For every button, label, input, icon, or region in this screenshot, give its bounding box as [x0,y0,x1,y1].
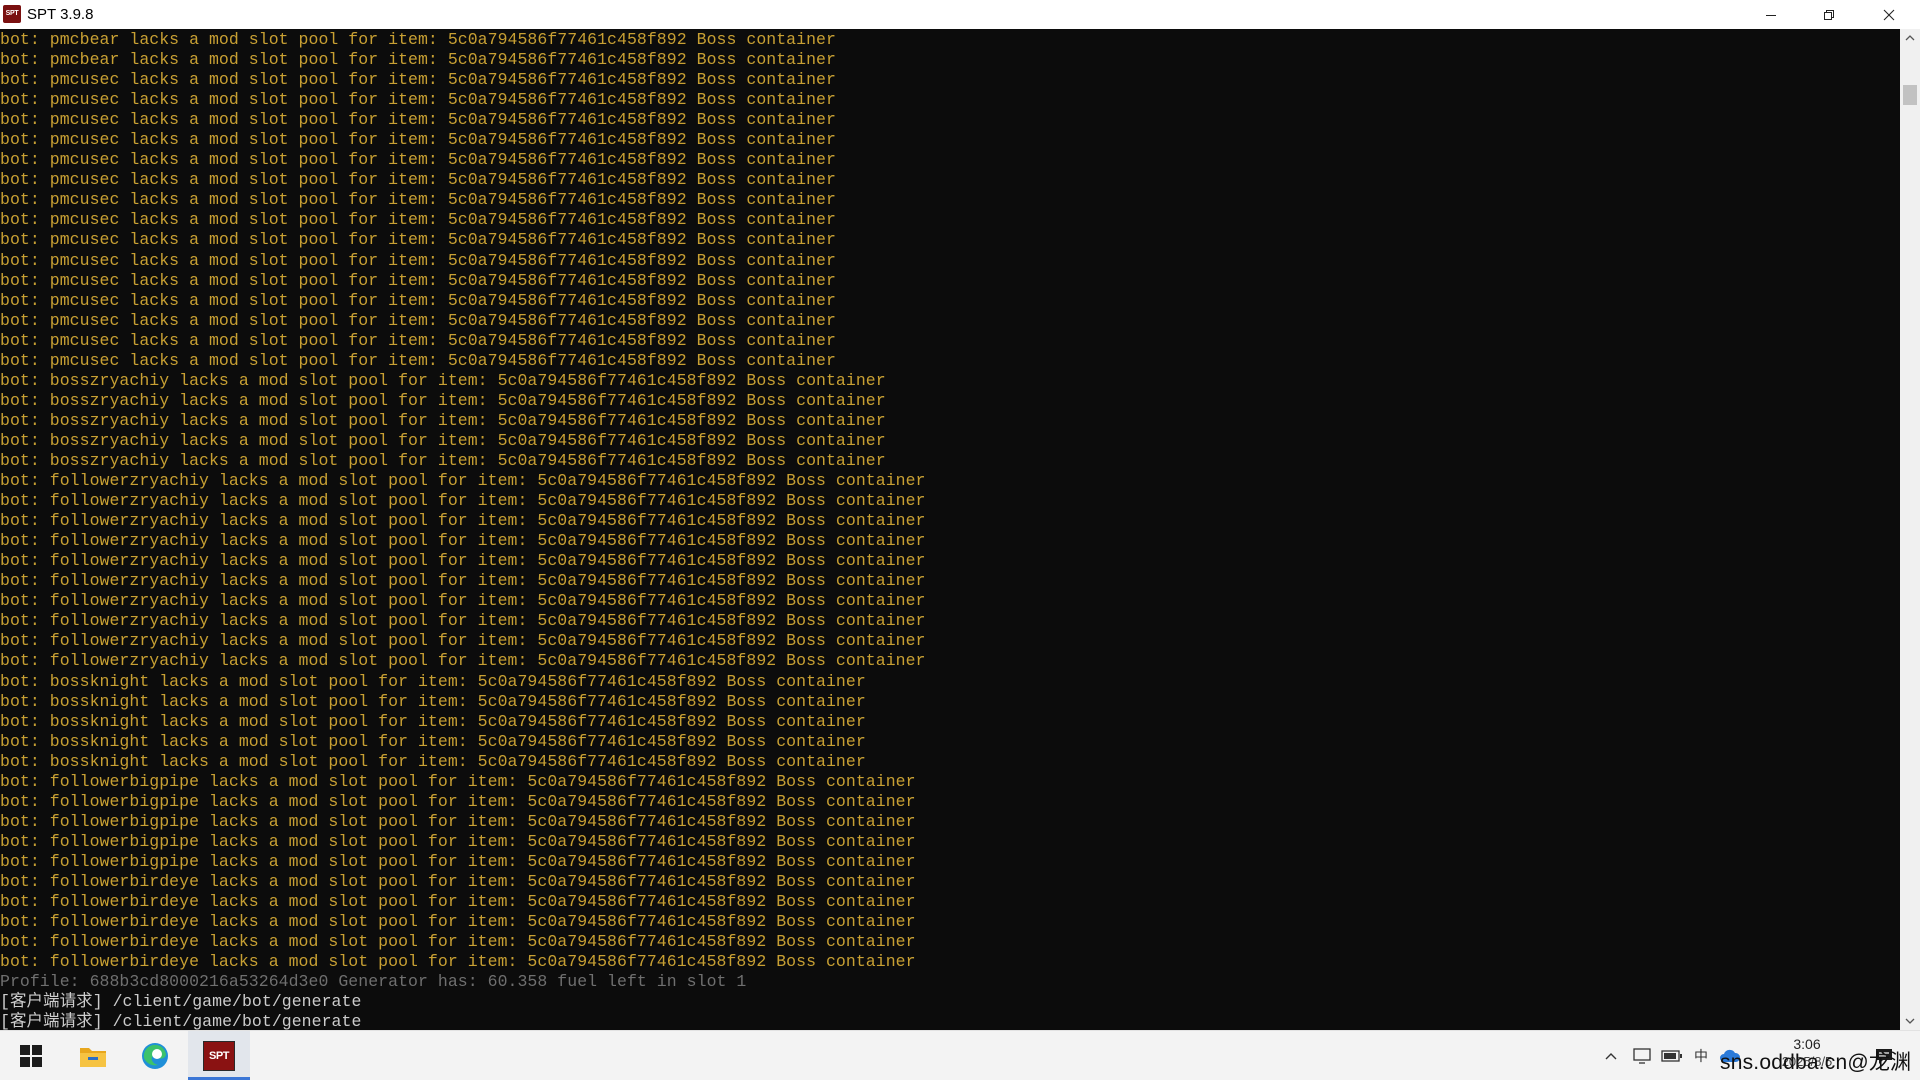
scroll-down-button[interactable] [1900,1012,1920,1030]
app-icon-label: SPT [5,10,19,17]
log-line: bot: bosszryachiy lacks a mod slot pool … [0,410,886,430]
log-line: bot: followerbirdeye lacks a mod slot po… [0,952,916,972]
spt-app-icon: SPT [203,1040,235,1071]
log-line: bot: pmcusec lacks a mod slot pool for i… [0,190,836,210]
log-line: bot: pmcusec lacks a mod slot pool for i… [0,350,836,370]
log-line: bot: followerzryachiy lacks a mod slot p… [0,511,926,531]
spt-tile-label: SPT [209,1049,229,1062]
taskbar-spt-app[interactable]: SPT [188,1031,250,1080]
log-line: bot: bosszryachiy lacks a mod slot pool … [0,430,886,450]
restore-icon [1824,9,1834,20]
minimize-icon [1766,14,1776,16]
log-line: bot: bosszryachiy lacks a mod slot pool … [0,390,886,410]
log-line: [客户端请求] /client/game/bot/generate [0,992,362,1012]
log-line: bot: followerzryachiy lacks a mod slot p… [0,651,926,671]
taskbar-edge-browser[interactable] [124,1031,186,1080]
close-button[interactable] [1858,0,1920,29]
scrollbar-thumb[interactable] [1903,85,1917,105]
log-line: bot: bossknight lacks a mod slot pool fo… [0,731,866,751]
log-line: bot: followerbigpipe lacks a mod slot po… [0,851,916,871]
log-line: bot: pmcusec lacks a mod slot pool for i… [0,290,836,310]
taskbar-file-explorer[interactable] [62,1031,124,1080]
log-line: bot: pmcusec lacks a mod slot pool for i… [0,130,836,150]
log-line: bot: followerzryachiy lacks a mod slot p… [0,631,926,651]
windows-logo-icon [20,1044,42,1067]
network-monitor-icon [1633,1047,1651,1064]
ime-label: 中 [1694,1047,1708,1064]
start-button[interactable] [0,1031,62,1080]
log-line: bot: bosszryachiy lacks a mod slot pool … [0,370,886,390]
chevron-up-icon [1905,35,1915,41]
log-line: bot: pmcusec lacks a mod slot pool for i… [0,210,836,230]
restore-button[interactable] [1800,0,1858,29]
log-line: bot: followerbirdeye lacks a mod slot po… [0,871,916,891]
log-line: bot: pmcusec lacks a mod slot pool for i… [0,70,836,90]
log-line: bot: pmcusec lacks a mod slot pool for i… [0,330,836,350]
title-bar[interactable]: SPT SPT 3.9.8 [0,0,1920,29]
watermark-text: sns.oddba.cn@龙渊 [1720,1051,1912,1074]
log-line: bot: pmcusec lacks a mod slot pool for i… [0,90,836,110]
log-line: bot: followerzryachiy lacks a mod slot p… [0,471,926,491]
edge-browser-icon [142,1042,168,1069]
log-line: bot: followerzryachiy lacks a mod slot p… [0,551,926,571]
chevron-up-icon [1605,1052,1617,1059]
log-line: bot: followerbigpipe lacks a mod slot po… [0,791,916,811]
log-line: bot: bossknight lacks a mod slot pool fo… [0,711,866,731]
close-icon [1883,9,1895,20]
log-line: bot: bosszryachiy lacks a mod slot pool … [0,450,886,470]
log-line: bot: followerbirdeye lacks a mod slot po… [0,932,916,952]
log-line: bot: pmcusec lacks a mod slot pool for i… [0,250,836,270]
log-line: bot: followerzryachiy lacks a mod slot p… [0,591,926,611]
log-line: bot: bossknight lacks a mod slot pool fo… [0,691,866,711]
log-line: bot: followerzryachiy lacks a mod slot p… [0,491,926,511]
input-method-button[interactable]: 中 [1688,1031,1714,1080]
scroll-up-button[interactable] [1900,29,1920,47]
window-title: SPT 3.9.8 [27,6,94,23]
log-line: bot: pmcusec lacks a mod slot pool for i… [0,270,836,290]
log-line: bot: followerbirdeye lacks a mod slot po… [0,892,916,912]
log-line: bot: followerzryachiy lacks a mod slot p… [0,611,926,631]
battery-icon [1661,1049,1682,1062]
log-line: [客户端请求] /client/game/bot/generate [0,1012,362,1030]
log-line: bot: followerzryachiy lacks a mod slot p… [0,571,926,591]
log-line: bot: pmcusec lacks a mod slot pool for i… [0,150,836,170]
log-line: bot: pmcusec lacks a mod slot pool for i… [0,310,836,330]
log-line: bot: pmcbear lacks a mod slot pool for i… [0,30,836,49]
file-explorer-icon [80,1047,106,1067]
minimize-button[interactable] [1742,0,1800,29]
battery-tray-button[interactable] [1658,1031,1686,1080]
log-line: bot: followerbirdeye lacks a mod slot po… [0,912,916,932]
show-hidden-icons-button[interactable] [1598,1031,1624,1080]
log-line: bot: bossknight lacks a mod slot pool fo… [0,751,866,771]
log-line: bot: pmcusec lacks a mod slot pool for i… [0,110,836,130]
log-line: bot: pmcbear lacks a mod slot pool for i… [0,50,836,70]
spt-app-icon: SPT [3,5,21,23]
log-line: bot: followerbigpipe lacks a mod slot po… [0,771,916,791]
taskbar: SPT 中 3:06 2025/8/5 [0,1030,1920,1080]
log-line: Profile: 688b3cd8000216a53264d3e0 Genera… [0,972,747,992]
log-line: bot: pmcusec lacks a mod slot pool for i… [0,170,836,190]
log-line: bot: followerbigpipe lacks a mod slot po… [0,811,916,831]
log-lines: bot: pmcbear lacks a mod slot pool for i… [0,30,926,1030]
chevron-down-icon [1905,1018,1915,1024]
vertical-scrollbar[interactable] [1900,29,1920,1030]
log-line: bot: pmcusec lacks a mod slot pool for i… [0,230,836,250]
log-line: bot: followerzryachiy lacks a mod slot p… [0,531,926,551]
network-tray-button[interactable] [1628,1031,1656,1080]
console-output[interactable]: bot: pmcbear lacks a mod slot pool for i… [0,29,1900,1030]
log-line: bot: bossknight lacks a mod slot pool fo… [0,671,866,691]
log-line: bot: followerbigpipe lacks a mod slot po… [0,831,916,851]
